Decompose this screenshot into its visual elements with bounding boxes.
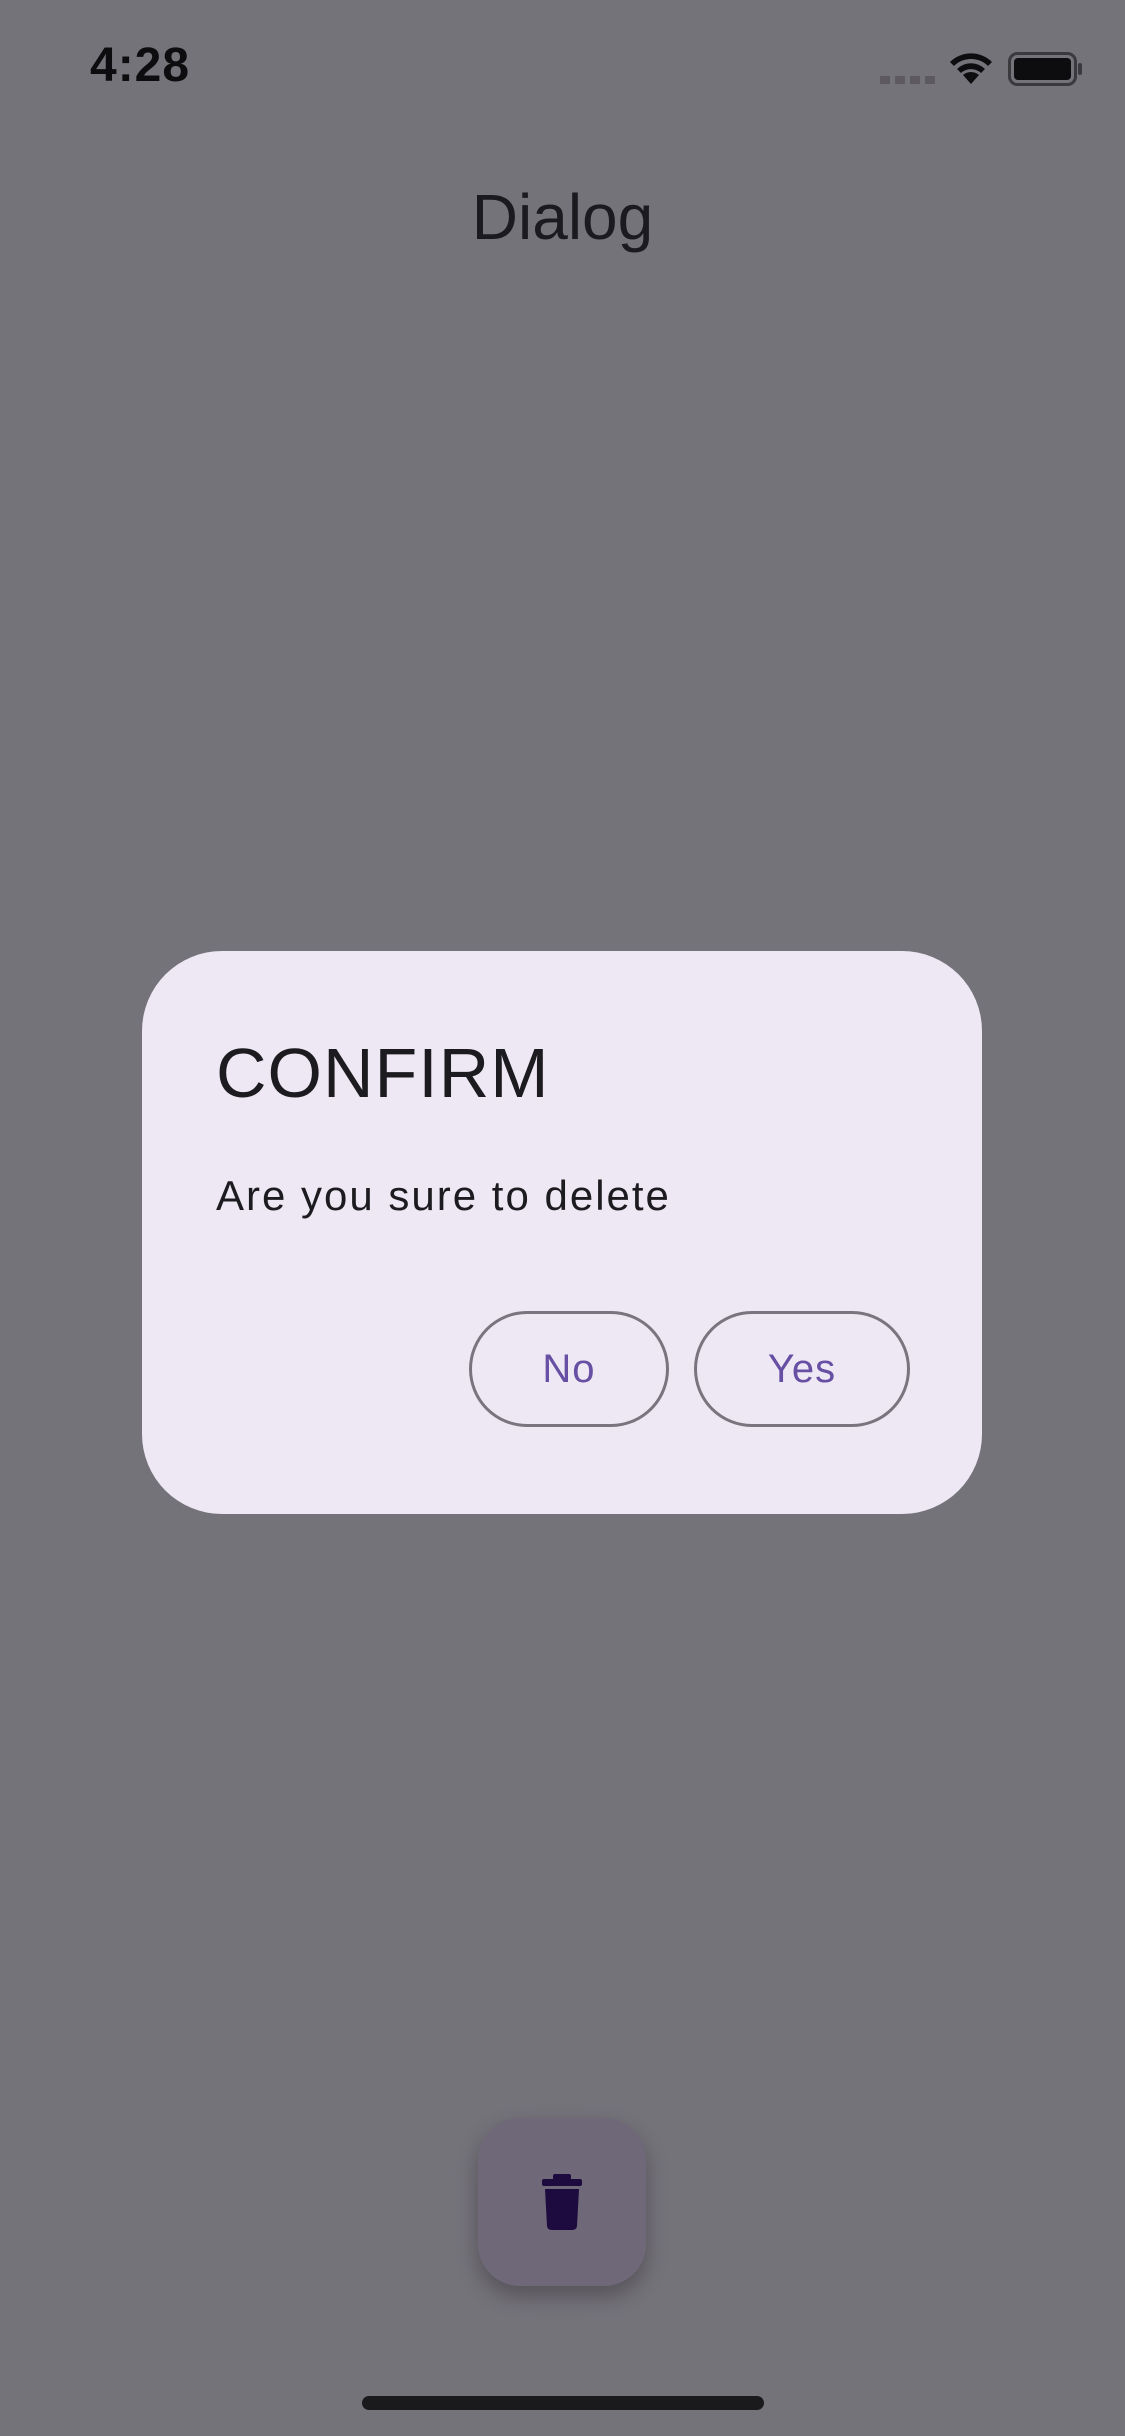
dialog-title: CONFIRM bbox=[216, 1034, 550, 1112]
wifi-icon bbox=[950, 53, 992, 84]
no-button[interactable]: No bbox=[469, 1311, 669, 1427]
trash-icon bbox=[542, 2174, 582, 2230]
yes-button[interactable]: Yes bbox=[694, 1311, 910, 1427]
status-bar: 4:28 bbox=[0, 0, 1125, 140]
cellular-signal-icon bbox=[880, 76, 935, 84]
status-time: 4:28 bbox=[90, 39, 191, 92]
battery-icon bbox=[1008, 52, 1082, 86]
dialog-message: Are you sure to delete bbox=[216, 1172, 671, 1219]
delete-fab-button[interactable] bbox=[478, 2118, 646, 2286]
app-bar-title: Dialog bbox=[471, 181, 654, 253]
confirm-dialog: CONFIRM Are you sure to delete No Yes bbox=[142, 951, 982, 1514]
home-indicator[interactable] bbox=[362, 2396, 764, 2410]
